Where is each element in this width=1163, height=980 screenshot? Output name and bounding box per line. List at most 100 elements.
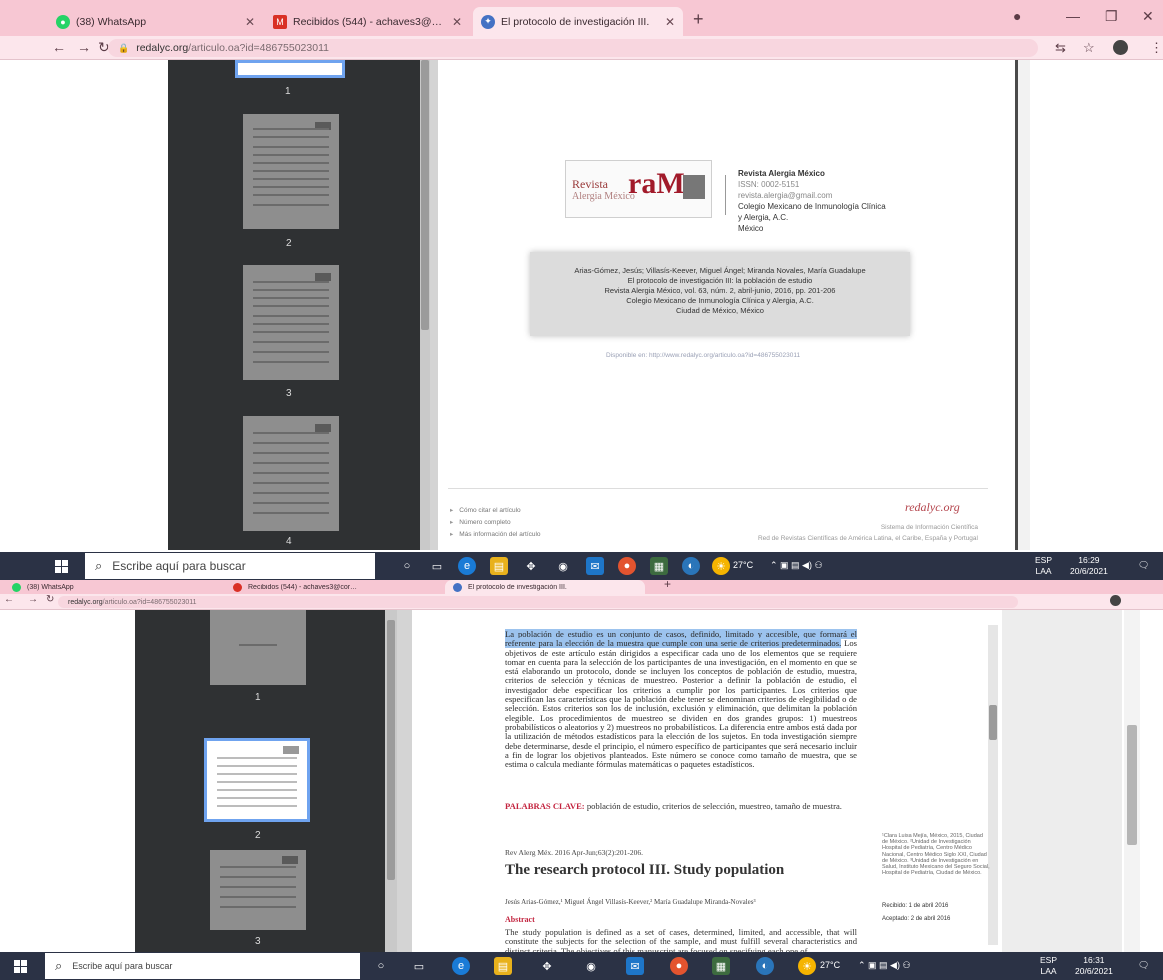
page-number-label: 4	[286, 536, 292, 547]
chrome-app-icon[interactable]: ◐	[756, 957, 774, 975]
file-explorer-icon[interactable]: ▤	[494, 957, 512, 975]
tab-protocolo[interactable]: ✦ El protocolo de investigación III. ✕	[473, 7, 683, 36]
mail-icon[interactable]: ✉	[586, 557, 604, 575]
avatar[interactable]	[1113, 40, 1128, 58]
cortana-icon[interactable]: ○	[372, 957, 390, 975]
taskbar: ⌕ Escribe aquí para buscar ○ ▭ e ▤ ✥ ◉ ✉…	[0, 952, 1163, 980]
dropbox-icon[interactable]: ✥	[522, 557, 540, 575]
affiliations: ¹Clara Luisa Mejía, México, 2015, Ciudad…	[882, 833, 990, 877]
chrome-icon[interactable]: ◉	[582, 957, 600, 975]
screenshot-bottom: (38) WhatsApp Recibidos (544) - achaves3…	[0, 580, 1163, 980]
taskbar-search[interactable]: ⌕ Escribe aquí para buscar	[45, 953, 360, 979]
cortana-icon[interactable]: ○	[398, 557, 416, 575]
tab-protocolo[interactable]: El protocolo de investigación III.	[445, 580, 645, 594]
edge-icon[interactable]: e	[452, 957, 470, 975]
page-number-label: 1	[255, 692, 261, 703]
tray-icons[interactable]: ⌃ ▣ ▤ ◀) ⚇	[770, 560, 823, 571]
url-field[interactable]: redalyc.org/articulo.oa?id=486755023011	[58, 596, 1018, 608]
taskbar: ⌕ Escribe aquí para buscar ○ ▭ e ▤ ✥ ◉ ✉…	[0, 552, 1163, 580]
tab-gmail[interactable]: M Recibidos (544) - achaves3@cor… ✕	[265, 7, 470, 36]
close-icon[interactable]: ✕	[665, 15, 675, 29]
windows-start-icon[interactable]	[14, 960, 27, 973]
gmail-icon	[233, 582, 242, 592]
redalyc-tagline: Red de Revistas Científicas de América L…	[757, 535, 978, 542]
star-icon[interactable]: ☆	[1083, 40, 1095, 56]
language-indicator[interactable]: ESP LAA	[1040, 955, 1057, 977]
reload-icon[interactable]: ↻	[46, 594, 54, 605]
gutter	[397, 610, 412, 952]
maximize-icon[interactable]: ❐	[1105, 8, 1118, 25]
forward-icon[interactable]: →	[77, 39, 91, 55]
available-link[interactable]: Disponible en: http://www.redalyc.org/ar…	[606, 352, 800, 359]
issue-link[interactable]: ▸ Número completo	[450, 517, 541, 529]
avatar[interactable]	[1110, 594, 1121, 609]
taskbar-search[interactable]: ⌕ Escribe aquí para buscar	[85, 553, 375, 579]
whatsapp-icon: ●	[56, 14, 70, 29]
close-icon[interactable]: ✕	[452, 15, 462, 29]
thumbnail-scroll-thumb[interactable]	[387, 620, 395, 880]
tab-whatsapp[interactable]: (38) WhatsApp	[4, 580, 219, 594]
address-bar-row: ← → ↻ redalyc.org/articulo.oa?id=4867550…	[0, 594, 1163, 610]
thumbnail-page-3[interactable]	[243, 265, 339, 380]
chrome-icon[interactable]: ◉	[554, 557, 572, 575]
abstract-heading: Abstract	[505, 915, 535, 924]
article-title-en: The research protocol III. Study populat…	[505, 862, 785, 878]
dropbox-icon[interactable]: ✥	[538, 957, 556, 975]
minimize-icon[interactable]: —	[1066, 8, 1080, 24]
thumbnail-page-4[interactable]	[243, 416, 339, 531]
thumbnail-page-2[interactable]	[243, 114, 339, 229]
notifications-icon[interactable]: 🗨	[1138, 960, 1149, 971]
more-info-link[interactable]: ▸ Más información del artículo	[450, 529, 541, 541]
back-icon[interactable]: ←	[52, 39, 66, 55]
thumbnail-page-3[interactable]	[210, 850, 306, 930]
new-tab-button[interactable]: +	[664, 580, 671, 591]
weather-temp[interactable]: 27°C	[820, 960, 840, 970]
clock[interactable]: 16:29 20/6/2021	[1070, 555, 1108, 577]
task-view-icon[interactable]: ▭	[410, 957, 428, 975]
menu-icon[interactable]: ⋮	[1150, 40, 1163, 56]
firefox-icon[interactable]: ●	[618, 557, 636, 575]
file-explorer-icon[interactable]: ▤	[490, 557, 508, 575]
profile-dot-icon[interactable]: ●	[1013, 8, 1021, 24]
tray-icons[interactable]: ⌃ ▣ ▤ ◀) ⚇	[858, 960, 911, 971]
cite-link[interactable]: ▸ Cómo citar el artículo	[450, 505, 541, 517]
windows-start-icon[interactable]	[55, 560, 68, 573]
page-number-label: 2	[286, 238, 292, 249]
app-icon[interactable]: ▦	[650, 557, 668, 575]
tab-gmail[interactable]: Recibidos (544) - achaves3@cor…	[225, 580, 435, 594]
divider	[725, 175, 726, 215]
translate-icon[interactable]: ⇆	[1055, 40, 1066, 56]
document-scroll-thumb[interactable]	[1127, 725, 1137, 845]
app-icon[interactable]: ▦	[712, 957, 730, 975]
tab-whatsapp[interactable]: ● (38) WhatsApp ✕	[48, 7, 263, 36]
edge-icon[interactable]: e	[458, 557, 476, 575]
back-icon[interactable]: ←	[4, 594, 14, 605]
thumbnail-scroll-thumb[interactable]	[421, 60, 429, 330]
firefox-icon[interactable]: ●	[670, 957, 688, 975]
close-window-icon[interactable]: ✕	[1142, 8, 1154, 25]
language-indicator[interactable]: ESP LAA	[1035, 555, 1052, 577]
thumbnail-page-1[interactable]	[235, 60, 345, 78]
highlighted-text[interactable]: La población de estudio es un conjunto d…	[505, 629, 857, 649]
mail-icon[interactable]: ✉	[626, 957, 644, 975]
url-field[interactable]: 🔒 redalyc.org/articulo.oa?id=48675502301…	[108, 39, 1038, 57]
weather-temp[interactable]: 27°C	[733, 560, 753, 570]
forward-icon[interactable]: →	[28, 594, 38, 605]
new-tab-button[interactable]: +	[693, 9, 704, 30]
tab-strip: (38) WhatsApp Recibidos (544) - achaves3…	[0, 580, 1163, 594]
clock[interactable]: 16:31 20/6/2021	[1075, 955, 1113, 977]
authors: Jesús Arias-Gómez,¹ Miguel Ángel Villasí…	[505, 898, 756, 906]
document-scrollbar[interactable]	[1018, 60, 1030, 550]
task-view-icon[interactable]: ▭	[428, 557, 446, 575]
close-icon[interactable]: ✕	[245, 15, 255, 29]
page-scroll-thumb[interactable]	[989, 705, 997, 740]
journal-email-link[interactable]: revista.alergia@gmail.com	[738, 190, 908, 201]
chrome-app-icon[interactable]: ◐	[682, 557, 700, 575]
page-scrollbar[interactable]	[988, 625, 998, 945]
citation-box: Arias-Gómez, Jesús; Villasís-Keever, Mig…	[530, 252, 910, 336]
journal-cover-icon	[683, 175, 705, 199]
notifications-icon[interactable]: 🗨	[1138, 560, 1149, 571]
thumbnail-page-1[interactable]	[210, 610, 306, 685]
gmail-icon: M	[273, 14, 287, 29]
thumbnail-page-2-selected[interactable]	[204, 738, 310, 822]
